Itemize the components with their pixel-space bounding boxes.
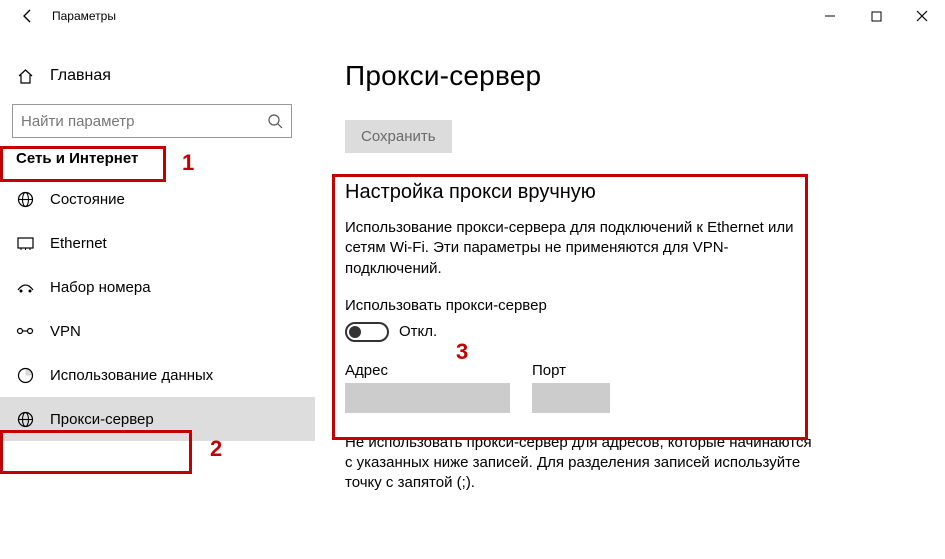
save-button[interactable]: Сохранить xyxy=(345,120,452,153)
address-input[interactable] xyxy=(345,383,510,413)
maximize-button[interactable] xyxy=(853,0,899,32)
use-proxy-toggle[interactable] xyxy=(345,322,389,342)
window-title: Параметры xyxy=(52,9,116,23)
port-label: Порт xyxy=(532,362,610,379)
sidebar-item-label: Состояние xyxy=(50,191,125,208)
ethernet-icon xyxy=(16,236,34,251)
sidebar-item-proxy[interactable]: Прокси-сервер xyxy=(0,397,315,441)
sidebar: Главная Сеть и Интернет Состояние xyxy=(0,32,315,559)
proxy-icon xyxy=(16,411,34,428)
sidebar-item-status[interactable]: Состояние xyxy=(0,177,315,221)
close-button[interactable] xyxy=(899,0,945,32)
sidebar-item-label: Использование данных xyxy=(50,367,213,384)
dialup-icon xyxy=(16,280,34,295)
use-proxy-label: Использовать прокси-сервер xyxy=(345,297,915,314)
sidebar-item-label: VPN xyxy=(50,323,81,340)
manual-proxy-desc: Использование прокси-сервера для подключ… xyxy=(345,218,815,279)
search-icon xyxy=(267,113,283,129)
sidebar-item-dialup[interactable]: Набор номера xyxy=(0,265,315,309)
vpn-icon xyxy=(16,324,34,338)
search-box[interactable] xyxy=(12,104,292,138)
port-input[interactable] xyxy=(532,383,610,413)
address-label: Адрес xyxy=(345,362,510,379)
manual-proxy-heading: Настройка прокси вручную xyxy=(345,181,915,204)
status-icon xyxy=(16,191,34,208)
exclusion-desc: Не использовать прокси-сервер для адресо… xyxy=(345,433,815,494)
toggle-knob xyxy=(349,326,361,338)
page-title: Прокси-сервер xyxy=(345,60,915,92)
toggle-state-text: Откл. xyxy=(399,323,437,340)
search-input[interactable] xyxy=(21,113,251,130)
sidebar-item-home[interactable]: Главная xyxy=(0,58,315,94)
sidebar-item-vpn[interactable]: VPN xyxy=(0,309,315,353)
sidebar-section-title: Сеть и Интернет xyxy=(0,138,315,177)
sidebar-item-label: Ethernet xyxy=(50,235,107,252)
home-icon xyxy=(16,68,34,85)
minimize-button[interactable] xyxy=(807,0,853,32)
main-content: Прокси-сервер Сохранить Настройка прокси… xyxy=(315,32,945,559)
sidebar-item-label: Прокси-сервер xyxy=(50,411,154,428)
back-button[interactable] xyxy=(8,0,48,32)
data-usage-icon xyxy=(16,367,34,384)
sidebar-item-label: Главная xyxy=(50,67,111,85)
sidebar-item-label: Набор номера xyxy=(50,279,151,296)
sidebar-item-ethernet[interactable]: Ethernet xyxy=(0,221,315,265)
sidebar-item-data-usage[interactable]: Использование данных xyxy=(0,353,315,397)
